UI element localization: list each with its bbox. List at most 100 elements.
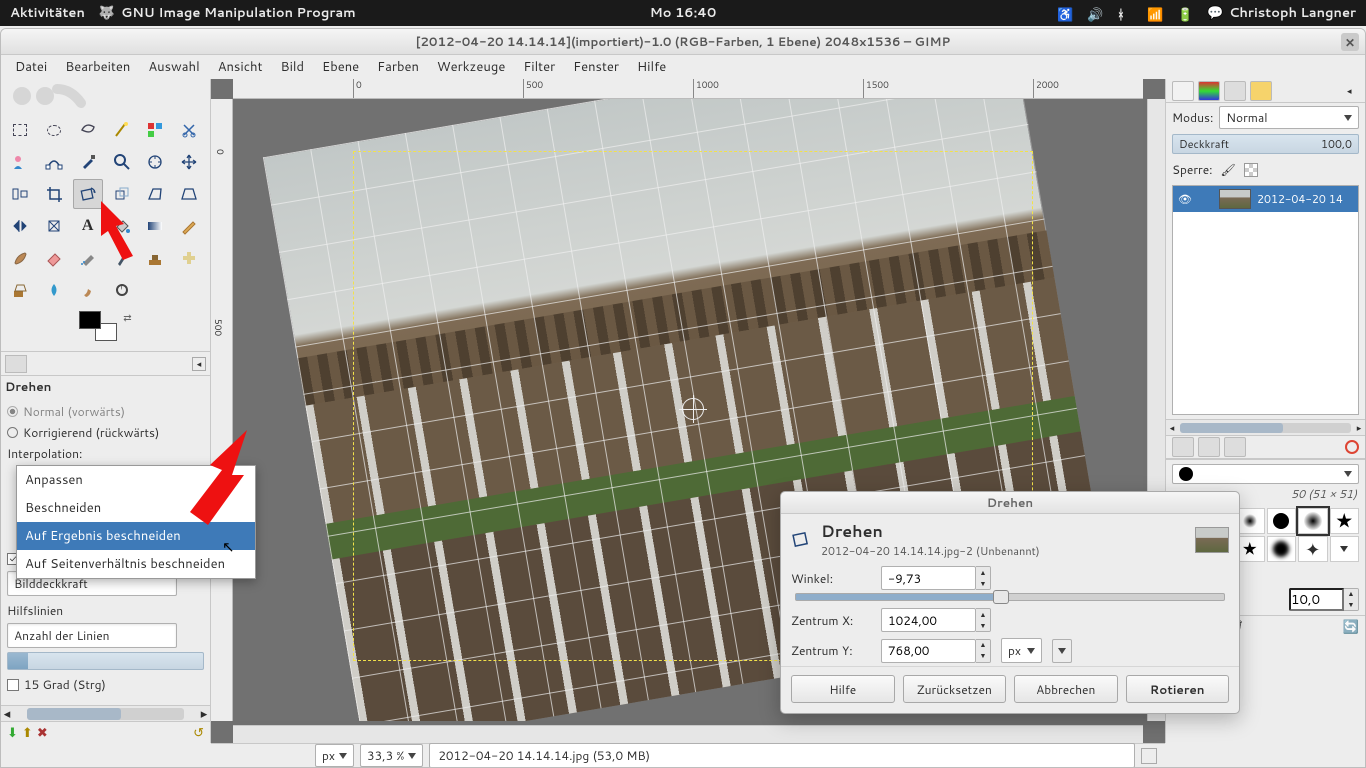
tool-crop[interactable] <box>39 179 69 209</box>
tool-blur[interactable] <box>39 275 69 305</box>
activities-button[interactable]: Aktivitäten <box>10 4 85 22</box>
layers-list[interactable]: 👁 2012-04-20 14 <box>1172 185 1359 415</box>
brush-cell[interactable] <box>1267 536 1297 562</box>
menu-filters[interactable]: Filter <box>515 55 563 79</box>
constrain-15-checkbox[interactable] <box>7 679 19 691</box>
fg-color-swatch[interactable] <box>79 311 101 329</box>
tool-opts-save-icon[interactable]: ⬇ <box>7 724 18 742</box>
window-titlebar[interactable]: [2012-04-20 14.14.14](importiert)-1.0 (R… <box>1 29 1365 55</box>
gimp-app-indicator[interactable]: 🐺 GNU Image Manipulation Program <box>99 4 356 22</box>
menu-layer[interactable]: Ebene <box>314 55 367 79</box>
dialog-reset-button[interactable]: Zurücksetzen <box>903 675 1007 703</box>
fg-bg-swatches[interactable]: ⇄ <box>5 305 206 345</box>
menu-help[interactable]: Hilfe <box>629 55 674 79</box>
tool-rect-select[interactable] <box>5 115 35 145</box>
tool-paintbrush[interactable] <box>5 243 35 273</box>
a11y-icon[interactable]: ♿ <box>1057 6 1071 20</box>
tool-opts-delete-icon[interactable]: ✖ <box>37 724 48 742</box>
tool-cage[interactable] <box>39 211 69 241</box>
menu-tools[interactable]: Werkzeuge <box>429 55 513 79</box>
battery-icon[interactable]: 🔋 <box>1177 6 1191 20</box>
brush-cell[interactable] <box>1330 508 1360 534</box>
layer-visibility-icon[interactable]: 👁 <box>1177 191 1193 207</box>
tool-color-picker[interactable] <box>73 147 103 177</box>
lock-alpha-icon[interactable] <box>1244 163 1258 177</box>
layer-opacity-slider[interactable]: Deckkraft 100,0 <box>1172 134 1359 154</box>
brush-cell[interactable] <box>1330 536 1360 562</box>
brush-spacing-spin[interactable] <box>1289 588 1344 611</box>
status-unit-combo[interactable]: px <box>315 744 354 767</box>
tool-flip[interactable] <box>5 211 35 241</box>
layer-row[interactable]: 👁 2012-04-20 14 <box>1173 186 1358 212</box>
channels-tab[interactable] <box>1198 81 1220 101</box>
volume-icon[interactable]: 🔊 <box>1087 6 1101 20</box>
menu-image[interactable]: Bild <box>273 55 313 79</box>
window-close-button[interactable]: ✕ <box>1341 33 1359 51</box>
angle-input[interactable] <box>881 566 976 590</box>
tool-heal[interactable] <box>174 243 204 273</box>
menu-edit[interactable]: Bearbeiten <box>57 55 138 79</box>
tool-foreground-select[interactable] <box>5 147 35 177</box>
menu-select[interactable]: Auswahl <box>140 55 207 79</box>
direction-normal-radio[interactable]: Normal (vorwärts) <box>7 401 204 422</box>
wifi-icon[interactable]: 📶 <box>1147 6 1161 20</box>
center-unit-combo[interactable]: px <box>1001 638 1042 663</box>
paths-tab[interactable] <box>1224 81 1246 101</box>
angle-spin-buttons[interactable]: ▲▼ <box>976 566 991 590</box>
tool-opts-reset-icon[interactable]: ↺ <box>193 724 204 742</box>
guides-count-slider[interactable] <box>7 652 204 670</box>
tool-pencil[interactable] <box>174 211 204 241</box>
center-x-input[interactable] <box>881 608 976 632</box>
rotate-dialog[interactable]: Drehen Drehen 2012-04-20 14.14.14.jpg-2 … <box>780 491 1240 714</box>
gradients-tab[interactable] <box>1224 437 1246 457</box>
lock-pixels-icon[interactable]: 🖌 <box>1221 161 1236 178</box>
tool-ellipse-select[interactable] <box>39 115 69 145</box>
layer-mode-combo[interactable]: Normal <box>1219 106 1359 129</box>
brush-cell[interactable] <box>1298 508 1328 534</box>
canvas-hscrollbar[interactable] <box>233 725 1143 743</box>
dialog-rotate-button[interactable]: Rotieren <box>1126 675 1230 703</box>
menu-view[interactable]: Ansicht <box>210 55 271 79</box>
tool-options-tab[interactable] <box>5 355 27 373</box>
tool-paths[interactable] <box>39 147 69 177</box>
center-y-input[interactable] <box>881 639 976 663</box>
tool-eraser[interactable] <box>39 243 69 273</box>
brush-cell[interactable]: ✦ <box>1298 536 1328 562</box>
clock[interactable]: Mo 16:40 <box>650 4 717 22</box>
center-x-spin-buttons[interactable]: ▲▼ <box>976 608 991 632</box>
tool-perspective[interactable] <box>174 179 204 209</box>
menu-colors[interactable]: Farben <box>369 55 427 79</box>
tool-by-color-select[interactable] <box>140 115 170 145</box>
tool-iscissors[interactable] <box>174 115 204 145</box>
tool-dodge-burn[interactable] <box>107 275 137 305</box>
tool-options-hscroll[interactable]: ◂▸ <box>1 705 210 721</box>
dock-detach-button[interactable]: ◂ <box>192 357 206 371</box>
tool-measure[interactable] <box>140 147 170 177</box>
tool-opts-restore-icon[interactable]: ⬆ <box>22 724 33 742</box>
menu-file[interactable]: Datei <box>7 55 55 79</box>
dock-menu-button[interactable]: ◂ <box>1347 84 1359 97</box>
swap-colors-icon[interactable]: ⇄ <box>123 311 131 325</box>
brushes-tab[interactable] <box>1172 437 1194 457</box>
brush-refresh-icon[interactable]: 🔄 <box>1343 618 1359 636</box>
ruler-horizontal[interactable]: 0 500 1000 1500 2000 <box>233 79 1143 99</box>
patterns-tab[interactable] <box>1198 437 1220 457</box>
center-y-spin-buttons[interactable]: ▲▼ <box>976 639 991 663</box>
layers-tab[interactable] <box>1172 81 1194 101</box>
menu-windows[interactable]: Fenster <box>565 55 627 79</box>
tool-free-select[interactable] <box>73 115 103 145</box>
rotation-pivot[interactable] <box>682 398 704 420</box>
angle-slider[interactable] <box>795 593 1225 601</box>
dialog-help-button[interactable]: Hilfe <box>791 675 895 703</box>
tool-perspective-clone[interactable] <box>5 275 35 305</box>
brush-selector[interactable] <box>1172 464 1359 484</box>
status-cancel-button[interactable] <box>1141 748 1157 764</box>
brush-cell[interactable] <box>1267 508 1297 534</box>
dialog-cancel-button[interactable]: Abbrechen <box>1014 675 1118 703</box>
tool-fuzzy-select[interactable] <box>107 115 137 145</box>
undo-history-tab[interactable] <box>1250 81 1272 101</box>
tool-align[interactable] <box>5 179 35 209</box>
clipping-option-crop-aspect[interactable]: Auf Seitenverhältnis beschneiden <box>17 550 255 578</box>
tool-move[interactable] <box>174 147 204 177</box>
dock-close-button[interactable] <box>1345 440 1359 454</box>
